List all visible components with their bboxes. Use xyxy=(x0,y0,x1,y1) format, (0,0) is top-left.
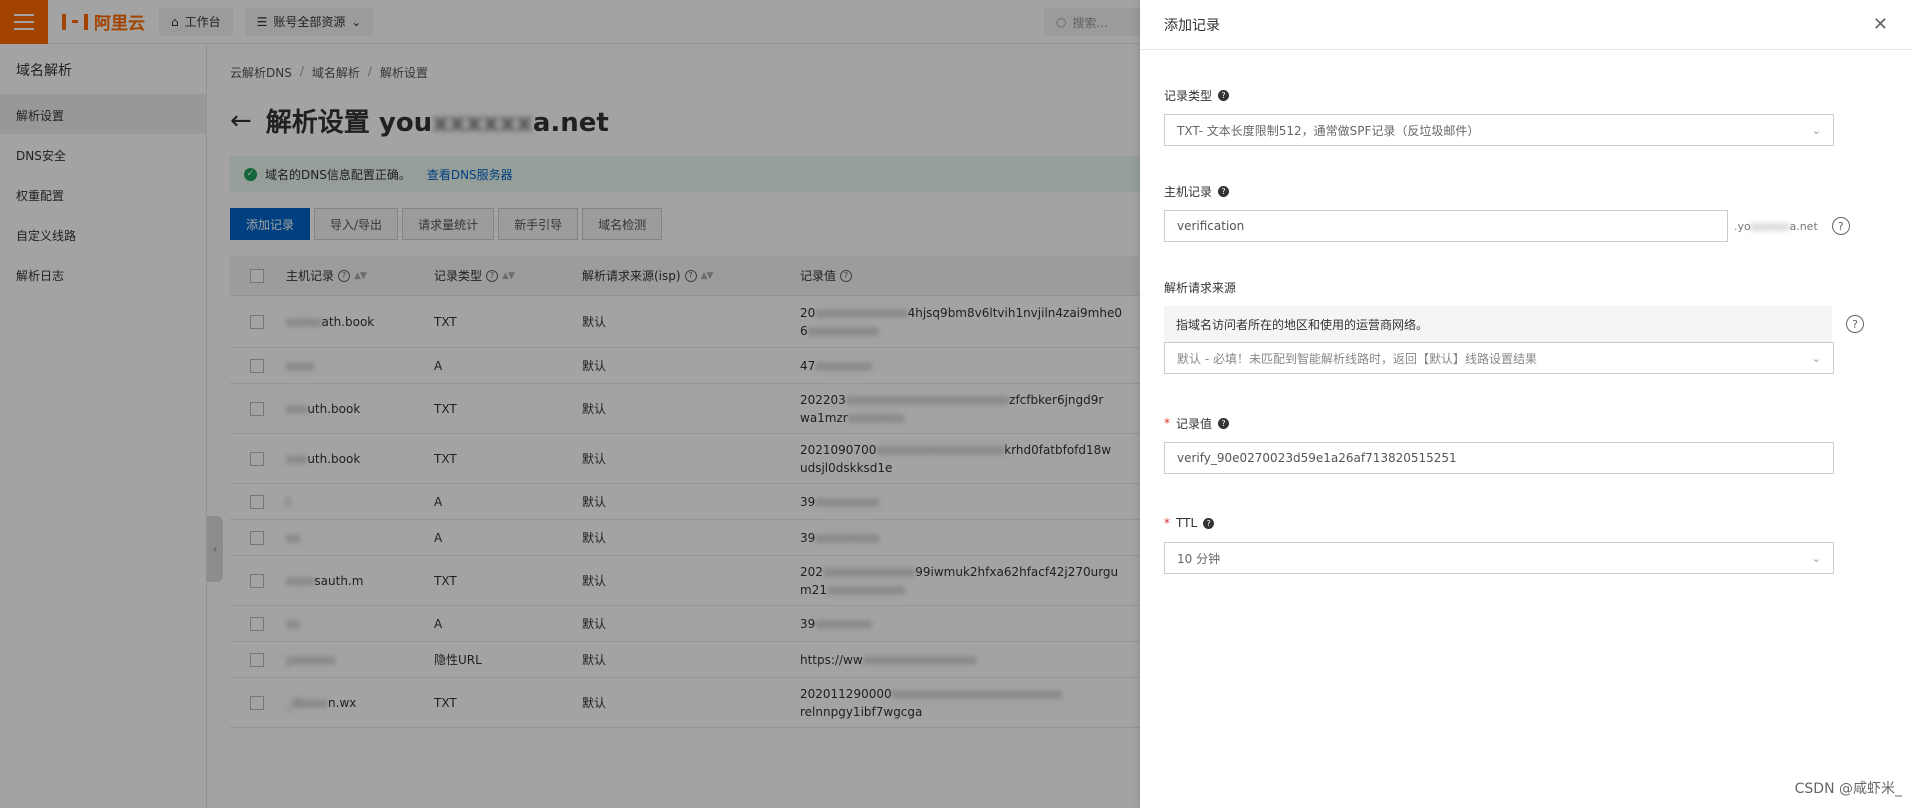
domain-suffix: .yoxxxxxxa.net xyxy=(1734,219,1818,233)
help-icon[interactable]: ? xyxy=(1203,517,1215,529)
help-icon[interactable]: ? xyxy=(1218,417,1230,429)
record-type-select[interactable]: TXT- 文本长度限制512，通常做SPF记录（反垃圾邮件） ⌄ xyxy=(1164,114,1834,146)
chevron-down-icon: ⌄ xyxy=(1811,123,1821,137)
chevron-down-icon: ⌄ xyxy=(1811,351,1821,365)
ttl-label: * TTL ? xyxy=(1164,514,1864,532)
drawer-title: 添加记录 xyxy=(1164,17,1220,34)
modal-overlay[interactable] xyxy=(0,0,1140,808)
required-mark: * xyxy=(1164,516,1170,530)
line-label: 解析请求来源 xyxy=(1164,280,1237,295)
add-record-form: 记录类型 ? TXT- 文本长度限制512，通常做SPF记录（反垃圾邮件） ⌄ … xyxy=(1164,86,1864,574)
line-hint: 指域名访问者所在的地区和使用的运营商网络。 xyxy=(1164,306,1833,342)
line-hint-row: 指域名访问者所在的地区和使用的运营商网络。 ? xyxy=(1164,306,1864,342)
record-type-label: 记录类型 ? xyxy=(1164,86,1864,104)
record-value-label: * 记录值 ? xyxy=(1164,414,1864,432)
required-mark: * xyxy=(1164,416,1170,430)
help-icon[interactable]: ? xyxy=(1218,185,1230,197)
csdn-watermark: CSDN @咸虾米_ xyxy=(1794,781,1902,797)
line-select[interactable]: 默认 - 必填！未匹配到智能解析线路时，返回【默认】线路设置结果 ⌄ xyxy=(1164,342,1834,374)
help-icon[interactable]: ? xyxy=(1218,89,1230,101)
host-record-row: verification .yoxxxxxxa.net ? xyxy=(1164,210,1864,242)
help-circle-icon[interactable]: ? xyxy=(1831,217,1850,235)
host-record-label: 主机记录 ? xyxy=(1164,182,1864,200)
drawer-header: 添加记录 ✕ xyxy=(1140,0,1912,50)
record-value-input[interactable]: verify_90e0270023d59e1a26af713820515251 xyxy=(1164,442,1834,474)
close-icon[interactable]: ✕ xyxy=(1873,14,1888,35)
ttl-select[interactable]: 10 分钟 ⌄ xyxy=(1164,542,1834,574)
host-record-input[interactable]: verification xyxy=(1164,210,1728,242)
chevron-down-icon: ⌄ xyxy=(1811,551,1821,565)
help-circle-icon[interactable]: ? xyxy=(1846,315,1864,333)
add-record-drawer: 添加记录 ✕ 记录类型 ? TXT- 文本长度限制512，通常做SPF记录（反垃… xyxy=(1140,0,1912,808)
